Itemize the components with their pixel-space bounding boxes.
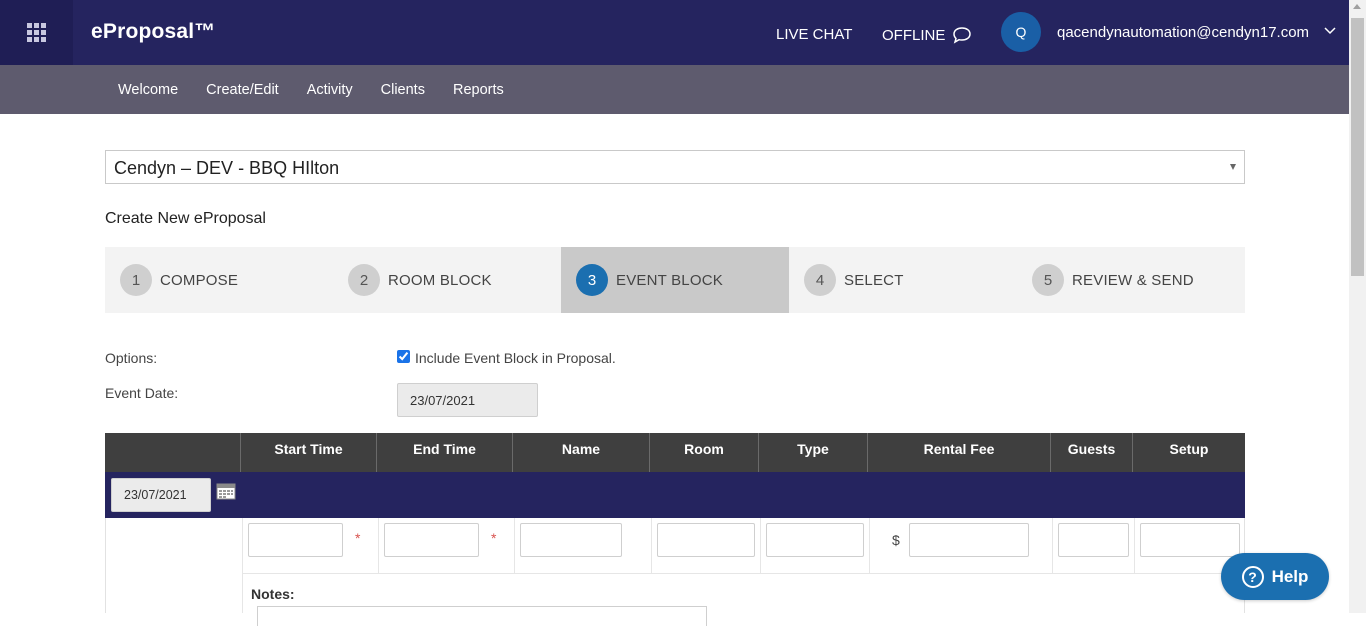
- step-label: REVIEW & SEND: [1072, 271, 1194, 289]
- column-header-type: Type: [759, 433, 868, 472]
- event-input-row: * * $ Notes:: [105, 518, 1246, 626]
- options-label: Options:: [105, 350, 158, 366]
- column-header-guests: Guests: [1051, 433, 1133, 472]
- end-time-input[interactable]: [384, 523, 479, 557]
- step-event-block[interactable]: 3 EVENT BLOCK: [561, 247, 789, 313]
- help-label: Help: [1271, 566, 1309, 586]
- main-nav: Welcome Create/Edit Activity Clients Rep…: [0, 65, 1349, 114]
- step-number: 5: [1032, 264, 1064, 296]
- chat-bubble-icon: [953, 27, 972, 44]
- column-header-end-time: End Time: [377, 433, 513, 472]
- column-header-start-time: Start Time: [241, 433, 377, 472]
- scroll-up-arrow[interactable]: [1353, 4, 1361, 9]
- nav-welcome[interactable]: Welcome: [104, 82, 192, 98]
- currency-symbol: $: [892, 532, 900, 548]
- event-date-field[interactable]: 23/07/2021: [397, 383, 538, 417]
- notes-section: Notes:: [242, 573, 1246, 626]
- nav-clients[interactable]: Clients: [367, 82, 439, 98]
- cell-divider: [869, 518, 870, 573]
- nav-create-edit[interactable]: Create/Edit: [192, 82, 293, 98]
- step-number: 3: [576, 264, 608, 296]
- top-bar: eProposal™ LIVE CHAT OFFLINE Q qacendyna…: [0, 0, 1349, 65]
- room-input[interactable]: [657, 523, 755, 557]
- step-number: 2: [348, 264, 380, 296]
- page-title: Create New eProposal: [105, 210, 266, 227]
- chevron-down-icon[interactable]: [1324, 27, 1336, 35]
- question-icon: ?: [1241, 565, 1264, 588]
- guests-input[interactable]: [1058, 523, 1129, 557]
- step-select[interactable]: 4 SELECT: [789, 247, 1017, 313]
- step-label: COMPOSE: [160, 271, 239, 289]
- avatar[interactable]: Q: [1001, 12, 1041, 52]
- app-launcher-button[interactable]: [0, 0, 73, 65]
- cell-divider: [1134, 518, 1135, 573]
- event-date-row: 23/07/2021: [105, 472, 1245, 518]
- property-select-value: Cendyn – DEV - BBQ HIlton: [114, 158, 340, 178]
- type-input[interactable]: [766, 523, 864, 557]
- step-compose[interactable]: 1 COMPOSE: [105, 247, 333, 313]
- offline-status[interactable]: OFFLINE: [882, 26, 973, 44]
- step-number: 1: [120, 264, 152, 296]
- column-header-setup: Setup: [1169, 441, 1209, 457]
- cell-divider: [1052, 518, 1053, 573]
- column-header-rental-fee: Rental Fee: [868, 433, 1051, 472]
- scrollbar-thumb[interactable]: [1351, 18, 1364, 276]
- nav-activity[interactable]: Activity: [293, 82, 367, 98]
- user-email[interactable]: qacendynautomation@cendyn17.com: [1057, 24, 1309, 41]
- nav-reports[interactable]: Reports: [439, 82, 518, 98]
- setup-input[interactable]: [1140, 523, 1240, 557]
- cell-divider: [242, 518, 243, 573]
- step-label: SELECT: [844, 271, 904, 289]
- rental-fee-input[interactable]: [909, 523, 1029, 557]
- row-date-field[interactable]: 23/07/2021: [111, 478, 211, 512]
- event-name-input[interactable]: [520, 523, 622, 557]
- notes-label: Notes:: [251, 586, 295, 602]
- step-number: 4: [804, 264, 836, 296]
- event-table-header: Start Time End Time Name Room Type Renta…: [105, 433, 1245, 472]
- step-review-send[interactable]: 5 REVIEW & SEND: [1017, 247, 1245, 313]
- property-select[interactable]: Cendyn – DEV - BBQ HIlton: [105, 150, 1245, 184]
- cell-divider: [760, 518, 761, 573]
- step-label: ROOM BLOCK: [388, 271, 492, 289]
- column-header-name: Name: [513, 433, 650, 472]
- include-event-block-label[interactable]: Include Event Block in Proposal.: [415, 350, 616, 366]
- event-date-label: Event Date:: [105, 385, 179, 401]
- notes-textarea[interactable]: [257, 606, 707, 626]
- cell-divider: [378, 518, 379, 573]
- required-marker: *: [491, 530, 497, 546]
- include-event-block-checkbox[interactable]: [397, 350, 410, 363]
- cell-divider: [514, 518, 515, 573]
- step-room-block[interactable]: 2 ROOM BLOCK: [333, 247, 561, 313]
- help-button[interactable]: ? Help: [1221, 553, 1329, 600]
- live-chat-link[interactable]: LIVE CHAT: [776, 26, 852, 43]
- offline-label: OFFLINE: [882, 26, 946, 44]
- brand-logo: eProposal™: [91, 20, 216, 43]
- calendar-icon[interactable]: [216, 482, 236, 500]
- wizard-steps: 1 COMPOSE 2 ROOM BLOCK 3 EVENT BLOCK 4 S…: [105, 247, 1245, 313]
- grid-icon: [27, 23, 46, 42]
- column-header-room: Room: [650, 433, 759, 472]
- caret-down-icon: [1230, 164, 1236, 170]
- cell-divider: [651, 518, 652, 573]
- start-time-input[interactable]: [248, 523, 343, 557]
- column-header-blank: [105, 433, 241, 472]
- step-label: EVENT BLOCK: [616, 271, 723, 289]
- required-marker: *: [355, 530, 361, 546]
